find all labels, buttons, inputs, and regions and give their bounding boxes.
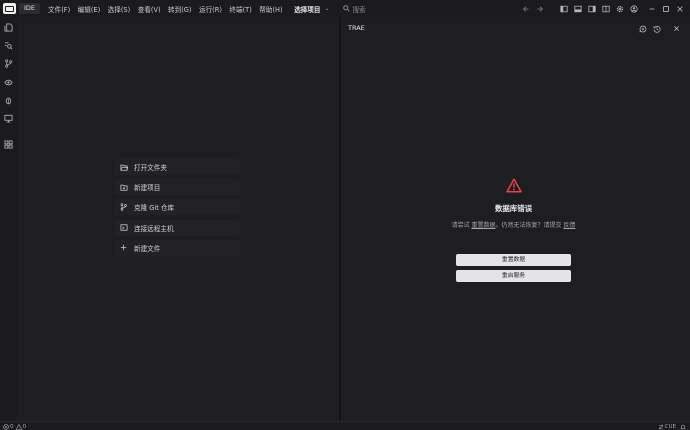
- search-files-icon[interactable]: [3, 40, 14, 51]
- close-icon[interactable]: [671, 23, 682, 34]
- panel-actions: [634, 23, 682, 34]
- menu-view[interactable]: 查看(V): [138, 4, 161, 14]
- folder-open-icon: [120, 164, 130, 171]
- project-select[interactable]: 选择项目 ⌄: [294, 4, 329, 14]
- menu-run[interactable]: 运行(R): [199, 4, 222, 14]
- git-branch-icon: [120, 203, 130, 211]
- database-error: 数据库错误 请尝试 重置数据。仍然无法恢复？请提交 反馈 重置数据 重启服务: [341, 178, 686, 282]
- debug-bug-icon[interactable]: [3, 95, 14, 106]
- plus-icon: [120, 244, 130, 251]
- editor-area: 打开文件夹 新建项目 克隆 Git 仓库 连接远程主机 新建文件: [17, 17, 339, 421]
- error-title: 数据库错误: [495, 204, 532, 213]
- menu-bar: 文件(F) 编辑(E) 选择(S) 查看(V) 转到(G) 运行(R) 终端(T…: [48, 4, 290, 14]
- open-folder-button[interactable]: 打开文件夹: [115, 159, 240, 175]
- menu-help[interactable]: 帮助(H): [259, 4, 282, 14]
- search-box[interactable]: 搜索: [342, 4, 366, 14]
- forward-arrow-icon[interactable]: [534, 3, 546, 15]
- preview-eye-icon[interactable]: [3, 77, 14, 88]
- warning-icon: [15, 423, 22, 430]
- error-message-middle: 。仍然无法恢复？请提交: [495, 222, 564, 229]
- source-control-icon[interactable]: [3, 58, 14, 69]
- maximize-icon[interactable]: [660, 3, 672, 15]
- reset-data-button[interactable]: 重置数据: [456, 254, 571, 266]
- clone-git-button[interactable]: 克隆 Git 仓库: [115, 199, 240, 216]
- clone-git-label: 克隆 Git 仓库: [134, 204, 175, 213]
- error-message-prefix: 请尝试: [451, 222, 472, 229]
- minimize-icon[interactable]: [646, 3, 658, 15]
- new-file-button[interactable]: 新建文件: [115, 239, 240, 256]
- remote-icon: [120, 224, 130, 231]
- menu-selection[interactable]: 选择(S): [108, 4, 131, 14]
- title-actions: [518, 0, 686, 17]
- connect-remote-button[interactable]: 连接远程主机: [115, 219, 240, 236]
- feedback-link[interactable]: 反馈: [563, 222, 575, 229]
- mode-switch-icon[interactable]: [658, 423, 664, 430]
- explorer-icon[interactable]: [3, 22, 14, 33]
- restart-service-button[interactable]: 重启服务: [456, 270, 571, 282]
- search-label: 搜索: [352, 5, 366, 14]
- extensions-icon[interactable]: [3, 139, 14, 150]
- close-window-icon[interactable]: [674, 3, 686, 15]
- activity-bar: [0, 17, 17, 421]
- connect-remote-label: 连接远程主机: [134, 224, 174, 233]
- status-mode[interactable]: CUE: [665, 424, 676, 430]
- reset-data-link[interactable]: 重置数据: [471, 222, 495, 229]
- menu-goto[interactable]: 转到(G): [168, 4, 191, 14]
- app-logo-icon[interactable]: [3, 3, 16, 14]
- notifications-bell-icon[interactable]: [680, 424, 686, 430]
- remote-explorer-icon[interactable]: [3, 113, 14, 124]
- new-project-label: 新建项目: [134, 184, 161, 193]
- menu-file[interactable]: 文件(F): [48, 4, 70, 14]
- error-message: 请尝试 重置数据。仍然无法恢复？请提交 反馈: [341, 220, 686, 229]
- open-folder-label: 打开文件夹: [134, 164, 167, 172]
- gear-icon[interactable]: [614, 3, 626, 15]
- new-project-button[interactable]: 新建项目: [115, 179, 240, 196]
- mode-toggle[interactable]: IDE: [19, 3, 41, 14]
- status-bar: 0 0 CUE: [0, 421, 690, 430]
- warning-triangle-icon: [505, 178, 522, 193]
- warning-count: 0: [22, 423, 27, 430]
- error-count: 0: [10, 423, 14, 430]
- trae-panel: TRAE 数据库错误 请尝试 重置数据。仍然无法恢复？请提交 反馈 重置数据 重…: [341, 17, 690, 421]
- project-select-label: 选择项目: [294, 5, 321, 14]
- chevron-down-icon: ⌄: [324, 5, 330, 12]
- status-right: CUE: [658, 422, 686, 430]
- layout-icon[interactable]: [600, 3, 612, 15]
- toggle-panel-icon[interactable]: [572, 3, 584, 15]
- problems-indicator[interactable]: 0 0: [3, 422, 26, 430]
- menu-terminal[interactable]: 终端(T): [229, 4, 251, 14]
- folder-plus-icon: [120, 184, 130, 191]
- welcome-actions: 打开文件夹 新建项目 克隆 Git 仓库 连接远程主机 新建文件: [115, 159, 240, 260]
- error-circle-icon: [3, 423, 9, 430]
- new-file-label: 新建文件: [134, 244, 161, 253]
- title-bar: IDE 文件(F) 编辑(E) 选择(S) 查看(V) 转到(G) 运行(R) …: [0, 0, 690, 17]
- account-icon[interactable]: [628, 3, 640, 15]
- menu-edit[interactable]: 编辑(E): [78, 4, 101, 14]
- search-icon: [342, 5, 350, 12]
- back-arrow-icon[interactable]: [520, 3, 532, 15]
- panel-title: TRAE: [348, 24, 365, 32]
- toggle-aux-bar-icon[interactable]: [586, 3, 598, 15]
- toggle-sidebar-icon[interactable]: [558, 3, 570, 15]
- new-chat-icon[interactable]: [637, 23, 648, 34]
- history-icon[interactable]: [651, 23, 662, 34]
